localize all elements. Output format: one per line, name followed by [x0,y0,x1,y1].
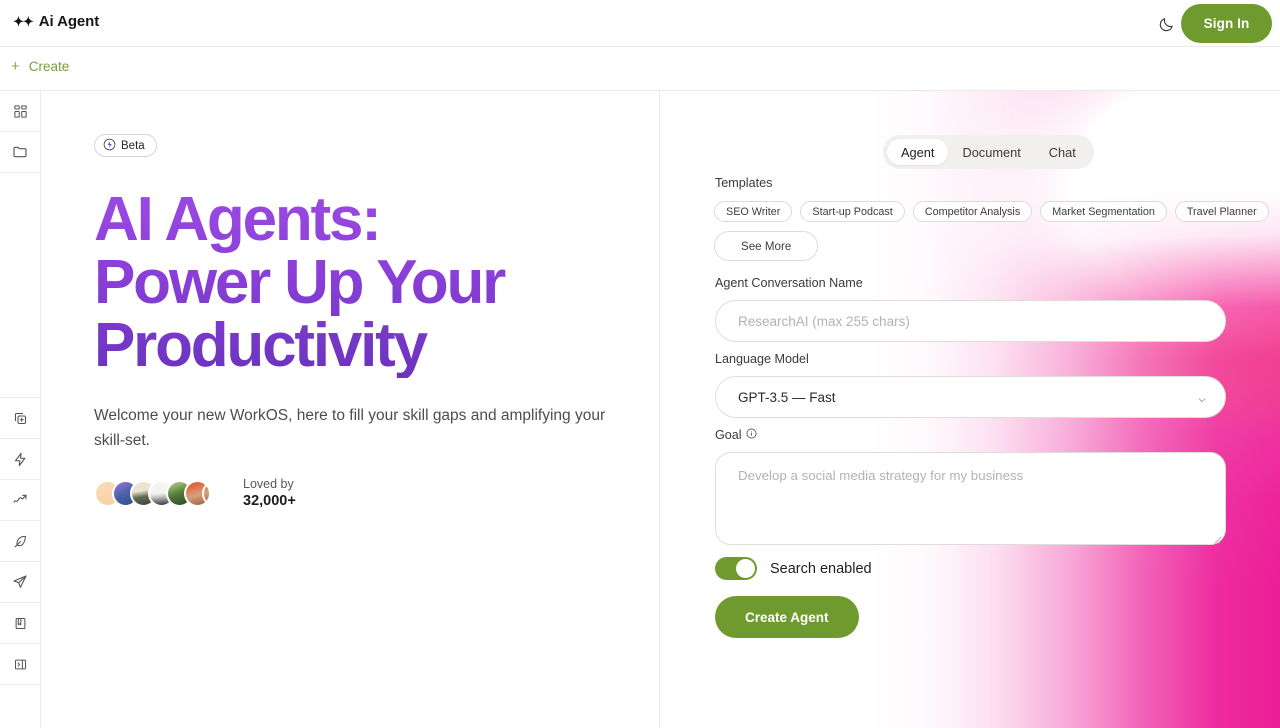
title-line-3: Productivity [94,311,426,381]
app-root: ✦✦ Ai Agent Sign In + Create Beta AI Age… [0,0,1280,728]
sidebar-item-folder[interactable] [0,132,40,173]
templates-label: Templates [715,176,773,190]
copy-add-icon [13,411,28,426]
social-proof: Loved by 32,000+ [94,476,296,511]
sidebar-item-write[interactable] [0,521,40,562]
create-label: Create [28,59,70,74]
top-header: ✦✦ Ai Agent Sign In [0,0,1280,47]
loved-by-text: Loved by 32,000+ [243,476,296,511]
page-title: AI Agents: Power Up Your Productivity [94,188,634,378]
grid-dashboard-icon [13,104,28,119]
create-agent-button[interactable]: Create Agent [715,596,859,638]
goal-label: Goal [715,428,757,442]
template-chip-seo-writer[interactable]: SEO Writer [714,201,793,222]
goal-label-text: Goal [715,428,742,442]
sidebar-item-dashboard[interactable] [0,91,40,132]
create-agent-panel: Agent Document Chat Templates SEO Writer… [660,91,1280,728]
plus-icon: + [11,58,20,75]
template-chip-travel-planner[interactable]: Travel Planner [1174,201,1269,222]
book-icon [13,616,28,631]
goal-textarea[interactable] [715,452,1226,545]
template-chip-competitor-analysis[interactable]: Competitor Analysis [912,201,1033,222]
column-divider [659,91,660,728]
feather-pen-icon [13,534,28,549]
tab-agent[interactable]: Agent [887,139,949,165]
tab-chat[interactable]: Chat [1035,139,1090,165]
sign-in-button[interactable]: Sign In [1181,4,1272,43]
create-bar: + Create [0,47,1280,91]
sidebar-item-analytics[interactable] [0,480,40,521]
create-button[interactable]: + Create [11,59,69,74]
loved-by-count: 32,000+ [243,493,296,509]
title-line-2: Power Up Your [94,248,505,318]
sidebar-item-collapse[interactable] [0,644,40,685]
search-enabled-label: Search enabled [770,560,872,577]
sidebar-item-send[interactable] [0,562,40,603]
beta-badge[interactable]: Beta [94,134,157,157]
lightning-icon [103,138,116,154]
hero-section: Beta AI Agents: Power Up Your Productivi… [41,91,659,728]
language-model-label: Language Model [715,352,809,366]
lightning-icon [13,452,28,467]
toggle-knob [736,559,755,578]
conversation-name-input[interactable] [715,300,1226,342]
folder-icon [12,144,28,160]
sparkle-icon: ✦✦ [13,13,34,29]
sidebar-item-automations[interactable] [0,439,40,480]
brand-logo[interactable]: ✦✦ Ai Agent [13,13,99,30]
title-line-1: AI Agents: [94,185,380,254]
search-toggle-row: Search enabled [715,557,872,580]
template-chips: SEO Writer Start-up Podcast Competitor A… [714,201,1269,222]
avatar [202,479,229,507]
trending-up-icon [12,492,28,508]
moon-icon[interactable] [1153,11,1179,37]
info-circle-icon[interactable] [746,428,757,442]
beta-label: Beta [121,139,145,152]
mode-tabs: Agent Document Chat [883,135,1094,169]
template-chip-market-segmentation[interactable]: Market Segmentation [1040,201,1167,222]
see-more-row: See More [714,231,819,261]
tab-document[interactable]: Document [948,139,1034,165]
language-model-select[interactable]: GPT-3.5 — Fast [715,376,1226,418]
brand-title: Ai Agent [38,13,100,30]
conversation-name-label: Agent Conversation Name [715,276,863,290]
loved-by-label: Loved by [243,477,294,491]
panel-collapse-icon [13,657,28,672]
sidebar-spacer [0,173,40,398]
hero-subtitle: Welcome your new WorkOS, here to fill yo… [94,407,606,450]
sidebar-item-duplicate[interactable] [0,398,40,439]
see-more-button[interactable]: See More [714,231,819,261]
sidebar-rail [0,91,41,728]
avatar-group [94,479,229,507]
search-enabled-toggle[interactable] [715,557,757,580]
sidebar-item-library[interactable] [0,603,40,644]
panel-content: Agent Document Chat Templates SEO Writer… [660,91,1280,728]
paper-plane-icon [12,574,28,590]
template-chip-startup-podcast[interactable]: Start-up Podcast [800,201,905,222]
language-model-select-wrap: GPT-3.5 — Fast [715,376,1226,418]
